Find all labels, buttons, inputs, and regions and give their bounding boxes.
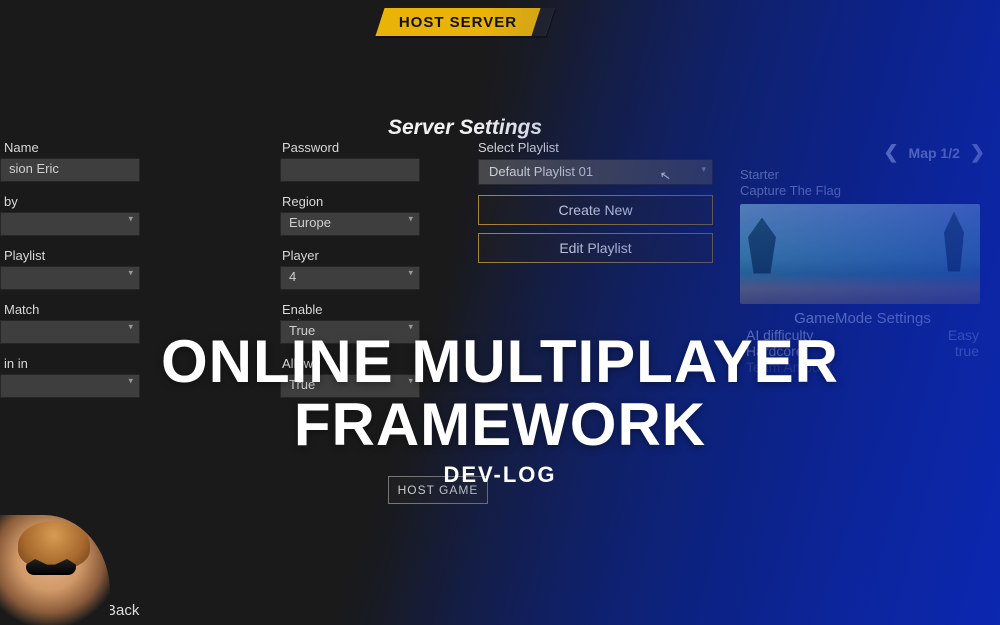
password-input[interactable] [280,158,420,182]
field-label-by: by [4,194,18,209]
map-mode: Capture The Flag [740,183,985,199]
playlist-select[interactable]: Default Playlist 01 ▾ [478,159,713,185]
overlay-title-line1: ONLINE MULTIPLAYER [161,328,839,395]
field-label-match: Match [4,302,39,317]
host-server-banner: HOST SERVER [375,8,554,36]
edit-playlist-button[interactable]: Edit Playlist [478,233,713,263]
chevron-down-icon: ▾ [701,157,706,181]
region-value: Europe [289,215,331,230]
gm-row: AI difficulty Easy [740,327,985,343]
region-dropdown[interactable]: Europe ▾ [280,212,420,236]
gamemode-settings-title: GameMode Settings [740,310,985,327]
playlist-panel: Select Playlist Default Playlist 01 ▾ Cr… [478,140,713,271]
voice-chat-dropdown[interactable]: True ▾ [280,320,420,344]
chevron-down-icon: ▾ [408,376,413,387]
map-nav-label: Map 1/2 [909,145,960,161]
server-name-input[interactable]: sion Eric [0,158,140,182]
match-dropdown[interactable]: ▾ [0,320,140,344]
map-nav: ❮ Map 1/2 ❯ [740,142,985,163]
back-button[interactable]: Back [106,602,139,619]
create-new-button[interactable]: Create New [478,195,713,225]
player-amount-value: 4 [289,269,296,284]
gm-key: Hardcore [746,343,804,359]
map-preview-panel: ❮ Map 1/2 ❯ Starter Capture The Flag Gam… [740,142,985,375]
select-playlist-label: Select Playlist [478,140,713,155]
overlay-title-line2: FRAMEWORK [294,391,706,458]
presenter-webcam [0,515,110,625]
server-name-value: sion Eric [9,161,59,176]
chevron-down-icon: ▾ [408,322,413,333]
allow-invites-dropdown[interactable]: True ▾ [280,374,420,398]
field-label-password: Password [282,140,339,155]
playlist-selected-value: Default Playlist 01 [489,164,593,179]
chevron-down-icon: ▾ [128,268,133,279]
map-prev-arrow-icon[interactable]: ❮ [883,142,898,163]
gm-row: Team Amount [740,359,985,375]
field-label-region: Region [282,194,323,209]
gm-val: true [955,343,979,359]
map-thumbnail[interactable] [740,204,980,304]
allow-invites-value: True [289,377,315,392]
chevron-down-icon: ▾ [128,322,133,333]
field-label-playlist: Playlist [4,248,45,263]
map-meta: Starter Capture The Flag [740,167,985,200]
gm-val: Easy [948,327,979,343]
overlay-subtitle: DEV-LOG [0,462,1000,488]
chevron-down-icon: ▾ [128,376,133,387]
host-server-banner-text: HOST SERVER [399,14,517,31]
gm-key: AI difficulty [746,327,813,343]
playlist-dropdown[interactable]: ▾ [0,266,140,290]
map-next-arrow-icon[interactable]: ❯ [970,142,985,163]
by-dropdown[interactable]: ▾ [0,212,140,236]
join-in-progress-dropdown[interactable]: ▾ [0,374,140,398]
map-name: Starter [740,167,985,183]
chevron-down-icon: ▾ [408,268,413,279]
voice-chat-value: True [289,323,315,338]
player-amount-dropdown[interactable]: 4▾ [280,266,420,290]
field-label-name: Name [4,140,39,155]
host-game-button[interactable]: HOST GAME [388,476,488,504]
gm-row: Hardcore true [740,343,985,359]
gm-key: Team Amount [746,359,832,375]
server-settings-title: Server Settings [388,116,542,140]
chevron-down-icon: ▾ [128,214,133,225]
chevron-down-icon: ▾ [408,214,413,225]
